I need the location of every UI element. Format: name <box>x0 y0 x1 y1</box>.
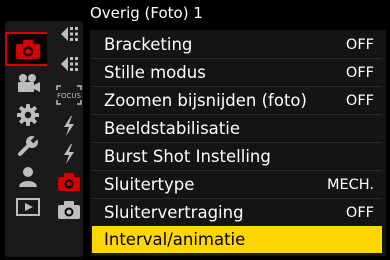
af-page-icon <box>61 27 78 41</box>
menu-item-label: Sluitertype <box>104 175 195 194</box>
menu-item-label: Bracketing <box>104 35 193 54</box>
camera-menu-screen: Overig (Foto) 1 FOCUS Bracketing OFF Sti… <box>0 0 390 260</box>
playback-icon <box>16 198 40 216</box>
subtab-af-1[interactable] <box>55 22 83 46</box>
menu-item-sluitertype[interactable]: Sluitertype MECH. <box>92 171 382 198</box>
gear-icon <box>17 104 39 126</box>
menu-item-label: Interval/animatie <box>104 230 246 249</box>
focus-icon: FOCUS <box>56 85 82 105</box>
camera-icon <box>16 40 40 59</box>
subtab-af-2[interactable] <box>55 52 83 76</box>
menu-item-value: OFF <box>345 36 374 53</box>
subtab-flash-2[interactable] <box>55 142 83 166</box>
person-icon <box>19 167 37 187</box>
menu-item-burst-shot[interactable]: Burst Shot Instelling <box>92 143 382 170</box>
menu-item-interval-animatie[interactable]: Interval/animatie <box>92 226 382 253</box>
movie-camera-icon <box>18 74 40 92</box>
category-setup[interactable] <box>14 134 42 158</box>
menu-item-label: Beeldstabilisatie <box>104 119 240 138</box>
menu-item-value: OFF <box>345 64 374 81</box>
focus-icon-label: FOCUS <box>57 92 82 100</box>
wrench-icon <box>18 134 40 156</box>
subtab-flash-1[interactable] <box>55 114 83 138</box>
menu-item-bracketing[interactable]: Bracketing OFF <box>92 31 382 58</box>
menu-item-value: OFF <box>345 204 374 221</box>
af-page-icon <box>61 57 78 71</box>
category-custom[interactable] <box>14 103 42 127</box>
subtab-focus[interactable]: FOCUS <box>55 83 83 107</box>
category-photo[interactable] <box>14 37 42 61</box>
flash-icon <box>64 116 74 136</box>
menu-item-label: Burst Shot Instelling <box>104 147 271 166</box>
menu-item-label: Sluitervertraging <box>104 203 244 222</box>
menu-item-label: Stille modus <box>104 63 206 82</box>
menu-item-stille-modus[interactable]: Stille modus OFF <box>92 59 382 86</box>
menu-item-value: OFF <box>345 92 374 109</box>
flash-icon <box>64 144 74 164</box>
menu-item-beeldstabilisatie[interactable]: Beeldstabilisatie <box>92 115 382 142</box>
menu-item-value: MECH. <box>326 176 374 193</box>
camera-other-icon <box>58 173 80 191</box>
subtab-other-photo-2[interactable] <box>55 198 83 222</box>
subtab-other-photo-1[interactable] <box>55 170 83 194</box>
menu-item-zoomen-bijsnijden[interactable]: Zoomen bijsnijden (foto) OFF <box>92 87 382 114</box>
category-playback[interactable] <box>14 195 42 219</box>
category-my-menu[interactable] <box>14 165 42 189</box>
page-title: Overig (Foto) 1 <box>90 4 203 22</box>
menu-item-label: Zoomen bijsnijden (foto) <box>104 91 307 110</box>
menu-item-sluitervertraging[interactable]: Sluitervertraging OFF <box>92 199 382 226</box>
category-video[interactable] <box>14 71 42 95</box>
camera-other-icon <box>58 201 80 219</box>
